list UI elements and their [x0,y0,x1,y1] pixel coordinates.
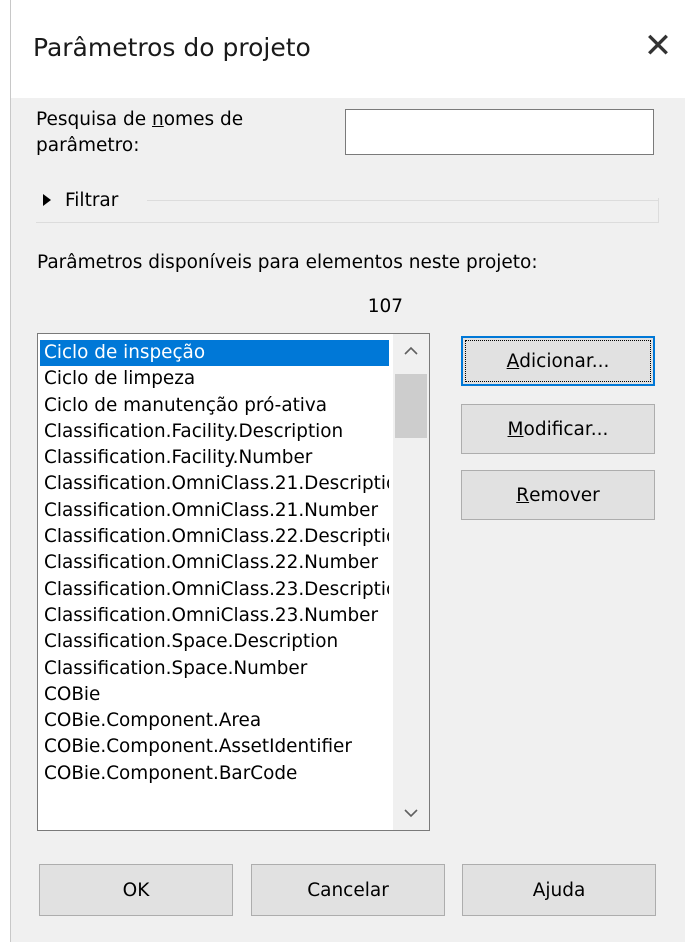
parameter-list-item[interactable]: Classification.Space.Number [40,656,389,682]
expand-triangle-icon [43,194,51,206]
parameter-list-item[interactable]: Classification.OmniClass.23.Description [40,577,389,603]
parameter-list-item[interactable]: Classification.OmniClass.21.Number [40,498,389,524]
parameter-list-item[interactable]: Classification.OmniClass.23.Number [40,603,389,629]
parameter-list-item[interactable]: COBie.Component.Area [40,708,389,734]
parameter-list-item[interactable]: Ciclo de inspeção [40,340,389,367]
remove-label-rest: emover [529,484,600,506]
parameter-list-item[interactable]: Classification.Facility.Number [40,445,389,471]
search-label-prefix: Pesquisa de [36,109,152,130]
filter-label: Filtrar [65,189,119,211]
scroll-down-button[interactable] [393,796,429,830]
ok-button[interactable]: OK [39,864,233,916]
help-label-before: A [532,879,546,901]
close-icon[interactable]: ✕ [638,26,678,66]
add-mnemonic: A [506,350,520,372]
available-parameters-label: Parâmetros disponíveis para elementos ne… [37,252,538,273]
parameter-list-item[interactable]: COBie [40,682,389,708]
search-label-mnemonic: n [152,109,164,130]
remove-button[interactable]: Remover [461,470,655,520]
parameter-count: 107 [367,296,403,317]
scroll-thumb[interactable] [395,374,427,438]
modify-mnemonic: M [507,418,524,440]
parameter-list-item[interactable]: Classification.OmniClass.21.Description [40,471,389,497]
remove-mnemonic: R [516,484,530,506]
chevron-up-icon [404,346,418,355]
help-button[interactable]: Aj uda [462,864,656,916]
add-button[interactable]: Adicionar... [461,336,655,386]
parameter-list-item[interactable]: COBie.Component.AssetIdentifier [40,734,389,760]
parameters-listbox[interactable]: Ciclo de inspeção Ciclo de limpeza Ciclo d… [37,333,430,831]
chevron-down-icon [404,809,418,818]
parameter-list-item[interactable]: Classification.OmniClass.22.Description [40,524,389,550]
title-bar: Parâmetros do projeto ✕ [11,0,685,98]
parameter-list-item[interactable]: COBie.Component.BarCode [40,761,389,787]
dialog-title: Parâmetros do projeto [33,33,311,62]
search-label: Pesquisa de nomes de parâmetro: [36,107,326,159]
scroll-up-button[interactable] [393,334,429,368]
add-label-rest: dicionar... [519,350,610,372]
filter-expander[interactable]: Filtrar [41,186,127,214]
parameter-list-item[interactable]: Classification.Facility.Description [40,419,389,445]
modify-button[interactable]: Modificar... [461,404,655,454]
vertical-scrollbar[interactable] [393,334,429,830]
cancel-button[interactable]: Cancelar [251,864,445,916]
parameter-search-input[interactable] [345,109,654,155]
parameter-list-item[interactable]: Classification.OmniClass.22.Number [40,550,389,576]
filter-group-box [36,198,659,223]
parameter-list-item[interactable]: Ciclo de limpeza [40,366,389,392]
project-parameters-dialog: Parâmetros do projeto ✕ Pesquisa de nome… [10,0,685,942]
parameter-list-item[interactable]: Ciclo de manutenção pró-ativa [40,393,389,419]
parameters-list: Ciclo de inspeção Ciclo de limpeza Ciclo d… [40,340,389,787]
parameter-list-item[interactable]: Classification.Space.Description [40,629,389,655]
modify-label-rest: odificar... [523,418,609,440]
help-label-after: uda [550,879,586,901]
